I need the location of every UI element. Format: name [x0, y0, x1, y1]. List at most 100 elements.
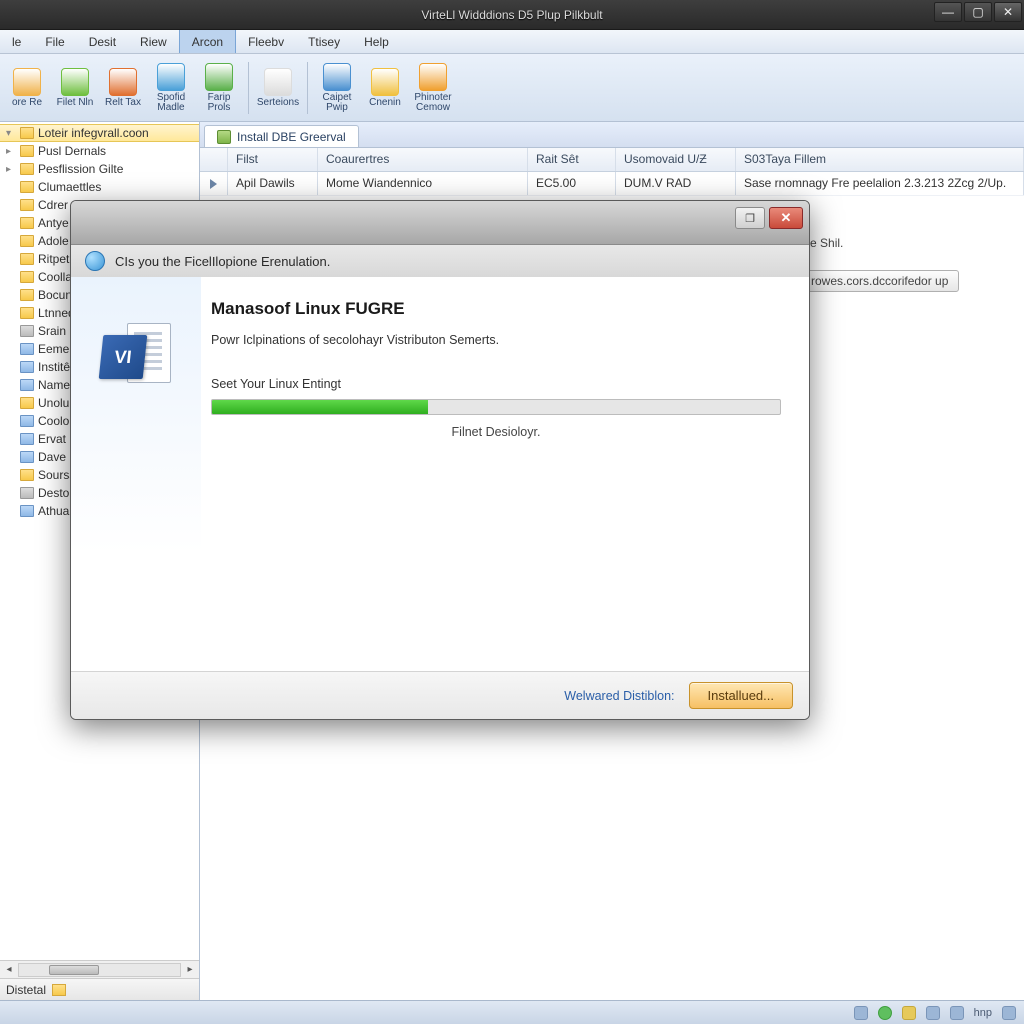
toolbar-icon — [264, 68, 292, 96]
tab-icon — [217, 130, 231, 144]
toolbar-label: Serteions — [257, 98, 299, 108]
menu-arcon[interactable]: Arcon — [179, 30, 236, 53]
folder-icon — [20, 289, 34, 301]
column-header[interactable]: Coaurertres — [318, 148, 528, 171]
badge-text: VI — [99, 335, 148, 379]
menubar: leFileDesitRiewArconFleebvTtiseyHelp — [0, 30, 1024, 54]
toolbar-serteions[interactable]: Serteions — [255, 58, 301, 118]
dialog-sidebar: VI — [71, 277, 201, 671]
toolbar-cnenin[interactable]: Cnenin — [362, 58, 408, 118]
toolbar-label: Spofid Madle — [148, 93, 194, 113]
menu-riew[interactable]: Riew — [128, 30, 179, 53]
menu-help[interactable]: Help — [352, 30, 401, 53]
expand-icon[interactable]: ▸ — [6, 164, 16, 175]
column-header[interactable]: Usomovaid U/Ƶ — [616, 148, 736, 171]
tree-item[interactable]: ▸ Pusl Dernals — [0, 142, 199, 160]
column-header[interactable]: S03Taya Fillem — [736, 148, 1024, 171]
scroll-track[interactable] — [18, 963, 181, 977]
status-icon[interactable] — [1002, 1006, 1016, 1020]
toolbar: ore Re Filet Nln Relt Tax Spofid MadleFarip… — [0, 54, 1024, 122]
toolbar-label: Relt Tax — [105, 98, 141, 108]
minimize-button[interactable]: — — [934, 2, 962, 22]
menu-desit[interactable]: Desit — [77, 30, 128, 53]
tree-item-label: Athua — [38, 504, 69, 518]
menu-file[interactable]: File — [33, 30, 76, 53]
dialog-subheading: Powr Iclpinations of secolohayr Vistribu… — [211, 333, 781, 347]
tree-item-label: Antye — [38, 216, 69, 230]
tree-item[interactable]: ▸Pesflission Gilte — [0, 160, 199, 178]
tab-install[interactable]: Install DBE Greerval — [204, 125, 359, 147]
install-button[interactable]: Installued... — [689, 682, 794, 709]
toolbar-label: Farip Prols — [196, 93, 242, 113]
dialog-content: Manasoof Linux FUGRE Powr Iclpinations o… — [201, 277, 809, 671]
tree-item[interactable]: ▾Loteir infegvrall.coon — [0, 124, 199, 142]
toolbar-icon — [371, 68, 399, 96]
toolbar-label: Caipet Pwip — [314, 93, 360, 113]
toolbar-label: Phinoter Cemow — [410, 93, 456, 113]
column-header[interactable]: Filst — [228, 148, 318, 171]
close-button[interactable]: ✕ — [994, 2, 1022, 22]
tree-item-label: Ritpet — [38, 252, 69, 266]
folder-icon — [20, 361, 34, 373]
dialog-restore-button[interactable]: ❐ — [735, 207, 765, 229]
toolbar-icon — [61, 68, 89, 96]
status-icon-shield[interactable] — [902, 1006, 916, 1020]
status-icon[interactable] — [926, 1006, 940, 1020]
toolbar-label: Cnenin — [369, 98, 401, 108]
play-icon[interactable] — [210, 179, 217, 189]
dialog-footer-link[interactable]: Welwared Distiblon: — [564, 689, 674, 703]
toolbar-caipet-pwip[interactable]: Caipet Pwip — [314, 58, 360, 118]
column-header[interactable] — [200, 148, 228, 171]
install-dialog: ❐ ✕ CIs you the FicelIlopione Erenulatio… — [70, 200, 810, 720]
folder-icon — [20, 433, 34, 445]
scroll-left-icon[interactable]: ◂ — [0, 964, 18, 975]
tree-item-label: Pusl Dernals — [38, 144, 106, 158]
status-icon-online[interactable] — [878, 1006, 892, 1020]
tree-item-label: Name — [38, 378, 70, 392]
toolbar-label: Filet Nln — [57, 98, 94, 108]
dialog-body: VI Manasoof Linux FUGRE Powr Iclpination… — [71, 277, 809, 671]
statusbar: hnp — [0, 1000, 1024, 1024]
info-icon — [85, 251, 105, 271]
toolbar-ore-re[interactable]: ore Re — [4, 58, 50, 118]
detail-button[interactable]: rowes.cors.dccorifedor up — [800, 270, 959, 292]
tree-item-label: Coolla — [38, 270, 72, 284]
folder-icon — [20, 127, 34, 139]
menu-fleebv[interactable]: Fleebv — [236, 30, 296, 53]
toolbar-farip-prols[interactable]: Farip Prols — [196, 58, 242, 118]
progress-status-label: Filnet Desioloyr. — [211, 425, 781, 439]
dialog-instruction-text: CIs you the FicelIlopione Erenulation. — [115, 254, 330, 269]
status-icon[interactable] — [854, 1006, 868, 1020]
maximize-button[interactable]: ▢ — [964, 2, 992, 22]
dialog-heading: Manasoof Linux FUGRE — [211, 299, 781, 319]
toolbar-icon — [419, 63, 447, 91]
toolbar-relt-tax[interactable]: Relt Tax — [100, 58, 146, 118]
folder-icon — [20, 487, 34, 499]
table-row[interactable]: Apil DawilsMome WiandennicoEC5.00DUM.V R… — [200, 172, 1024, 196]
toolbar-filet-nln[interactable]: Filet Nln — [52, 58, 98, 118]
tree-scrollbar[interactable]: ◂ ▸ — [0, 960, 199, 978]
tree-item[interactable]: Clumaettles — [0, 178, 199, 196]
tree-item-label: Clumaettles — [38, 180, 101, 194]
expand-icon[interactable]: ▸ — [6, 146, 16, 157]
toolbar-spofid-madle[interactable]: Spofid Madle — [148, 58, 194, 118]
tree-item-label: Dave — [38, 450, 66, 464]
dialog-titlebar[interactable]: ❐ ✕ — [71, 201, 809, 245]
folder-icon — [52, 984, 66, 996]
status-icon[interactable] — [950, 1006, 964, 1020]
folder-icon — [20, 451, 34, 463]
folder-icon — [20, 235, 34, 247]
scroll-thumb[interactable] — [49, 965, 99, 975]
folder-icon — [20, 163, 34, 175]
column-header[interactable]: Rait Sêt — [528, 148, 616, 171]
expand-icon[interactable]: ▾ — [6, 128, 16, 139]
menu-ttisey[interactable]: Ttisey — [296, 30, 352, 53]
toolbar-separator — [248, 62, 249, 114]
cell: Mome Wiandennico — [318, 172, 528, 195]
menu-le[interactable]: le — [0, 30, 33, 53]
scroll-right-icon[interactable]: ▸ — [181, 964, 199, 975]
sidebar-footer: Distetal — [0, 978, 199, 1000]
dialog-close-button[interactable]: ✕ — [769, 207, 803, 229]
toolbar-phinoter-cemow[interactable]: Phinoter Cemow — [410, 58, 456, 118]
folder-icon — [20, 505, 34, 517]
